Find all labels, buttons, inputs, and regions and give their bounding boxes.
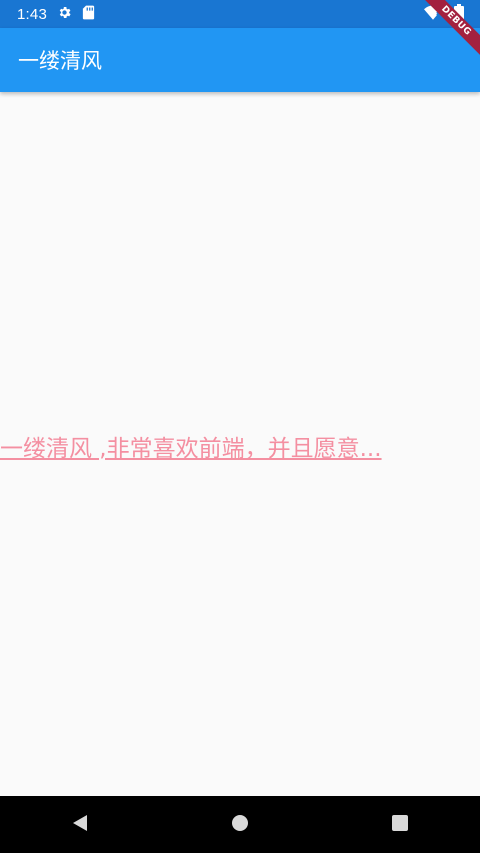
- status-time: 1:43: [17, 5, 47, 23]
- wifi-icon: [424, 5, 442, 25]
- gear-icon: [57, 5, 72, 24]
- ellipsized-link-text[interactable]: 一缕清风 ,非常喜欢前端，并且愿意...: [0, 432, 480, 466]
- status-bar: 1:43: [0, 0, 480, 28]
- phone-screen: 1:43 DEBUG 一缕清风 一缕清风 ,非常喜欢前端，并且愿意...: [0, 0, 480, 853]
- recents-button[interactable]: [370, 805, 430, 845]
- status-right-icons: [424, 4, 464, 25]
- sd-card-icon: [82, 5, 95, 24]
- home-icon: [231, 814, 249, 836]
- back-icon: [71, 813, 89, 837]
- main-content: 一缕清风 ,非常喜欢前端，并且愿意...: [0, 92, 480, 796]
- app-bar-title: 一缕清风: [18, 49, 102, 73]
- recents-icon: [391, 814, 409, 836]
- back-button[interactable]: [50, 805, 110, 845]
- home-button[interactable]: [210, 805, 270, 845]
- system-nav-bar: [0, 796, 480, 853]
- battery-icon: [454, 4, 464, 25]
- app-bar: 一缕清风: [0, 28, 480, 92]
